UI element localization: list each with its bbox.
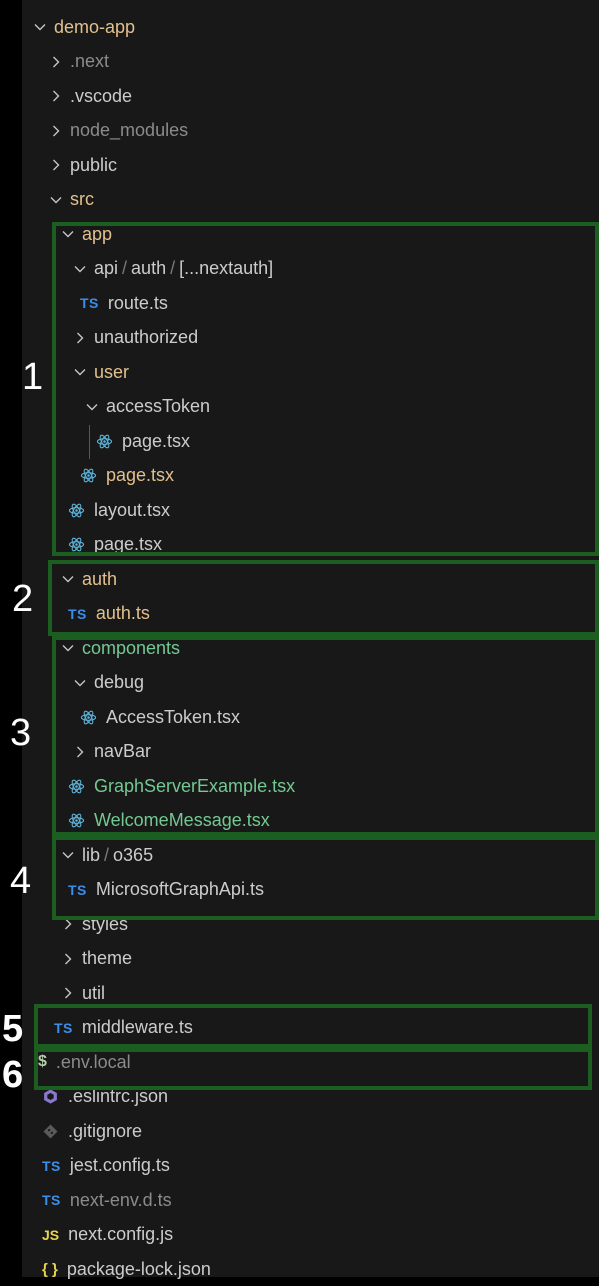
chevron-right-icon (48, 54, 64, 70)
file-jest-config-ts[interactable]: TS jest.config.ts (22, 1149, 599, 1183)
chevron-right-icon (60, 985, 76, 1001)
annotation-box-6 (34, 1048, 592, 1090)
javascript-file-icon: JS (42, 1226, 60, 1243)
annotation-box-4 (52, 836, 599, 920)
annotation-number-3: 3 (10, 712, 32, 754)
annotation-number-6: 6 (2, 1054, 24, 1096)
chevron-down-icon (48, 192, 64, 208)
tree-item-label: .vscode (70, 85, 133, 106)
tree-item-label: node_modules (70, 120, 189, 140)
tree-item-label: public (70, 154, 118, 175)
annotation-number-2: 2 (12, 578, 34, 620)
folder-vscode[interactable]: .vscode (22, 79, 599, 113)
tree-item-label: package-lock.json (66, 1258, 211, 1279)
tree-item-label: theme (82, 948, 133, 968)
file-next-env-d-ts[interactable]: TS next-env.d.ts (22, 1183, 599, 1217)
json-file-icon: { } (42, 1260, 58, 1278)
folder-next[interactable]: .next (22, 45, 599, 79)
file-package-lock-json[interactable]: { } package-lock.json (22, 1252, 599, 1286)
file-gitignore[interactable]: .gitignore (22, 1114, 599, 1148)
tree-item-label: .gitignore (68, 1120, 143, 1141)
folder-src[interactable]: src (22, 183, 599, 217)
file-next-config-js[interactable]: JS next.config.js (22, 1218, 599, 1252)
annotation-number-1: 1 (22, 356, 44, 398)
chevron-right-icon (48, 88, 64, 104)
tree-item-label: next-env.d.ts (69, 1189, 172, 1210)
annotation-box-3 (52, 636, 599, 836)
tree-item-label: jest.config.ts (69, 1155, 170, 1175)
chevron-down-icon (32, 19, 48, 35)
chevron-right-icon (60, 951, 76, 967)
tree-item-label: util (82, 982, 106, 1003)
annotation-number-4: 4 (10, 860, 32, 902)
tree-item-label: src (70, 189, 94, 209)
tree-item-label: demo-app (54, 16, 136, 37)
chevron-right-icon (48, 157, 64, 173)
eslint-file-icon (42, 1088, 59, 1105)
annotation-box-2 (48, 560, 599, 636)
chevron-right-icon (48, 123, 64, 139)
folder-demo-app[interactable]: demo-app (22, 10, 599, 44)
git-file-icon (42, 1123, 59, 1140)
tree-item-label: next.config.js (68, 1224, 174, 1244)
tree-item-label: .next (70, 51, 110, 71)
typescript-file-icon: TS (42, 1192, 61, 1208)
typescript-file-icon: TS (42, 1157, 61, 1174)
folder-theme[interactable]: theme (22, 942, 599, 976)
folder-node-modules[interactable]: node_modules (22, 114, 599, 148)
folder-public[interactable]: public (22, 148, 599, 182)
annotation-number-5: 5 (2, 1008, 24, 1050)
annotation-box-1 (52, 222, 599, 556)
annotation-box-5 (34, 1004, 592, 1048)
